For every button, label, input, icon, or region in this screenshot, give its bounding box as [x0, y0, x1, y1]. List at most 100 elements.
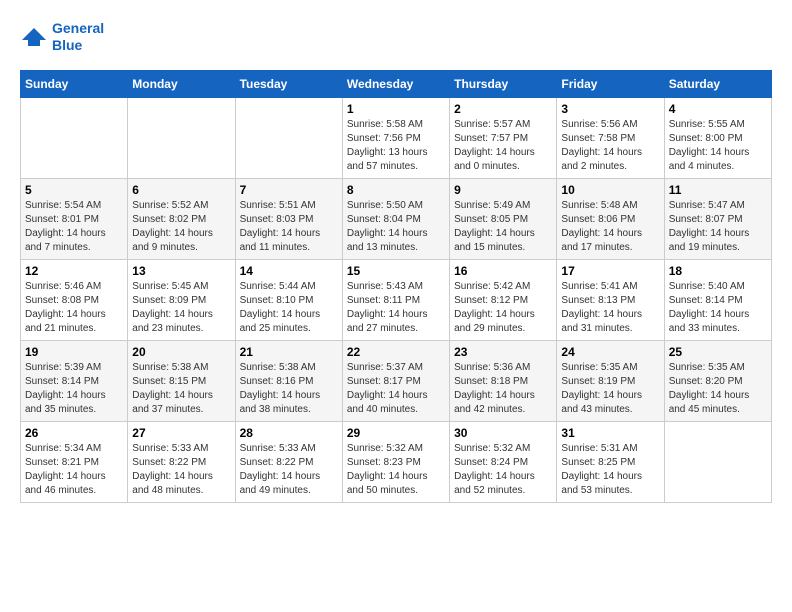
calendar-cell: 20 Sunrise: 5:38 AM Sunset: 8:15 PM Dayli… [128, 340, 235, 421]
day-info: Sunrise: 5:34 AM Sunset: 8:21 PM Dayligh… [25, 442, 123, 498]
calendar-header-thursday: Thursday [450, 70, 557, 97]
day-info: Sunrise: 5:56 AM Sunset: 7:58 PM Dayligh… [561, 118, 659, 174]
calendar-cell: 8Sunrise: 5:50 AM Sunset: 8:04 PM Daylig… [342, 178, 449, 259]
day-info: Sunrise: 5:51 AM Sunset: 8:03 PM Dayligh… [240, 199, 338, 255]
calendar-cell [21, 97, 128, 178]
day-info: Sunrise: 5:33 AM Sunset: 8:22 PM Dayligh… [132, 442, 230, 498]
day-number: 26 [25, 426, 123, 440]
day-number: 19 [25, 345, 123, 359]
calendar-header-monday: Monday [128, 70, 235, 97]
day-number: 23 [454, 345, 552, 359]
calendar-week-2: 5 Sunrise: 5:54 AM Sunset: 8:01 PM Daylig… [21, 178, 772, 259]
day-info: Sunrise: 5:41 AM Sunset: 8:13 PM Dayligh… [561, 280, 659, 336]
day-info: Sunrise: 5:35 AM Sunset: 8:20 PM Dayligh… [669, 361, 767, 417]
day-info: Sunrise: 5:43 AM Sunset: 8:11 PM Dayligh… [347, 280, 445, 336]
calendar-cell: 15 Sunrise: 5:43 AM Sunset: 8:11 PM Dayli… [342, 259, 449, 340]
calendar-cell: 7 Sunrise: 5:51 AM Sunset: 8:03 PM Daylig… [235, 178, 342, 259]
day-number: 25 [669, 345, 767, 359]
day-number: 9 [454, 183, 552, 197]
calendar-cell [235, 97, 342, 178]
calendar-cell: 21Sunrise: 5:38 AM Sunset: 8:16 PM Dayli… [235, 340, 342, 421]
logo-icon [20, 26, 48, 48]
calendar-cell: 24Sunrise: 5:35 AM Sunset: 8:19 PM Dayli… [557, 340, 664, 421]
day-number: 17 [561, 264, 659, 278]
day-number: 8 [347, 183, 445, 197]
calendar-table: SundayMondayTuesdayWednesdayThursdayFrid… [20, 70, 772, 503]
calendar-cell: 14 Sunrise: 5:44 AM Sunset: 8:10 PM Dayli… [235, 259, 342, 340]
day-number: 15 [347, 264, 445, 278]
calendar-cell: 3 Sunrise: 5:56 AM Sunset: 7:58 PM Daylig… [557, 97, 664, 178]
calendar-week-5: 26 Sunrise: 5:34 AM Sunset: 8:21 PM Dayli… [21, 421, 772, 502]
calendar-header-row: SundayMondayTuesdayWednesdayThursdayFrid… [21, 70, 772, 97]
day-info: Sunrise: 5:57 AM Sunset: 7:57 PM Dayligh… [454, 118, 552, 174]
day-number: 11 [669, 183, 767, 197]
day-info: Sunrise: 5:52 AM Sunset: 8:02 PM Dayligh… [132, 199, 230, 255]
day-info: Sunrise: 5:36 AM Sunset: 8:18 PM Dayligh… [454, 361, 552, 417]
calendar-cell: 1Sunrise: 5:58 AM Sunset: 7:56 PM Daylig… [342, 97, 449, 178]
day-info: Sunrise: 5:54 AM Sunset: 8:01 PM Dayligh… [25, 199, 123, 255]
day-info: Sunrise: 5:39 AM Sunset: 8:14 PM Dayligh… [25, 361, 123, 417]
calendar-cell: 30 Sunrise: 5:32 AM Sunset: 8:24 PM Dayli… [450, 421, 557, 502]
calendar-cell [128, 97, 235, 178]
calendar-cell: 9 Sunrise: 5:49 AM Sunset: 8:05 PM Daylig… [450, 178, 557, 259]
day-number: 28 [240, 426, 338, 440]
calendar-header-sunday: Sunday [21, 70, 128, 97]
day-info: Sunrise: 5:40 AM Sunset: 8:14 PM Dayligh… [669, 280, 767, 336]
day-info: Sunrise: 5:49 AM Sunset: 8:05 PM Dayligh… [454, 199, 552, 255]
calendar-cell: 28 Sunrise: 5:33 AM Sunset: 8:22 PM Dayli… [235, 421, 342, 502]
calendar-week-4: 19 Sunrise: 5:39 AM Sunset: 8:14 PM Dayli… [21, 340, 772, 421]
day-number: 31 [561, 426, 659, 440]
calendar-cell: 25 Sunrise: 5:35 AM Sunset: 8:20 PM Dayli… [664, 340, 771, 421]
day-number: 6 [132, 183, 230, 197]
day-info: Sunrise: 5:44 AM Sunset: 8:10 PM Dayligh… [240, 280, 338, 336]
day-info: Sunrise: 5:32 AM Sunset: 8:24 PM Dayligh… [454, 442, 552, 498]
day-info: Sunrise: 5:38 AM Sunset: 8:15 PM Dayligh… [132, 361, 230, 417]
day-number: 3 [561, 102, 659, 116]
page-header: General Blue [20, 20, 772, 54]
day-number: 18 [669, 264, 767, 278]
day-info: Sunrise: 5:47 AM Sunset: 8:07 PM Dayligh… [669, 199, 767, 255]
calendar-header-tuesday: Tuesday [235, 70, 342, 97]
day-info: Sunrise: 5:35 AM Sunset: 8:19 PM Dayligh… [561, 361, 659, 417]
calendar-header-friday: Friday [557, 70, 664, 97]
day-number: 16 [454, 264, 552, 278]
calendar-cell: 17 Sunrise: 5:41 AM Sunset: 8:13 PM Dayli… [557, 259, 664, 340]
day-number: 5 [25, 183, 123, 197]
day-number: 13 [132, 264, 230, 278]
day-number: 4 [669, 102, 767, 116]
day-number: 27 [132, 426, 230, 440]
day-info: Sunrise: 5:55 AM Sunset: 8:00 PM Dayligh… [669, 118, 767, 174]
day-number: 22 [347, 345, 445, 359]
calendar-cell: 18 Sunrise: 5:40 AM Sunset: 8:14 PM Dayli… [664, 259, 771, 340]
calendar-cell: 16 Sunrise: 5:42 AM Sunset: 8:12 PM Dayli… [450, 259, 557, 340]
calendar-cell: 6 Sunrise: 5:52 AM Sunset: 8:02 PM Daylig… [128, 178, 235, 259]
day-number: 12 [25, 264, 123, 278]
calendar-week-3: 12Sunrise: 5:46 AM Sunset: 8:08 PM Dayli… [21, 259, 772, 340]
calendar-cell: 22 Sunrise: 5:37 AM Sunset: 8:17 PM Dayli… [342, 340, 449, 421]
calendar-cell: 27 Sunrise: 5:33 AM Sunset: 8:22 PM Dayli… [128, 421, 235, 502]
calendar-cell: 26 Sunrise: 5:34 AM Sunset: 8:21 PM Dayli… [21, 421, 128, 502]
logo-text: General Blue [52, 20, 104, 54]
day-number: 29 [347, 426, 445, 440]
day-info: Sunrise: 5:37 AM Sunset: 8:17 PM Dayligh… [347, 361, 445, 417]
day-number: 7 [240, 183, 338, 197]
logo: General Blue [20, 20, 104, 54]
calendar-cell: 19 Sunrise: 5:39 AM Sunset: 8:14 PM Dayli… [21, 340, 128, 421]
day-number: 14 [240, 264, 338, 278]
day-number: 10 [561, 183, 659, 197]
calendar-cell: 11 Sunrise: 5:47 AM Sunset: 8:07 PM Dayli… [664, 178, 771, 259]
calendar-header-saturday: Saturday [664, 70, 771, 97]
day-info: Sunrise: 5:32 AM Sunset: 8:23 PM Dayligh… [347, 442, 445, 498]
calendar-header-wednesday: Wednesday [342, 70, 449, 97]
day-info: Sunrise: 5:33 AM Sunset: 8:22 PM Dayligh… [240, 442, 338, 498]
day-number: 21 [240, 345, 338, 359]
calendar-cell: 12Sunrise: 5:46 AM Sunset: 8:08 PM Dayli… [21, 259, 128, 340]
day-number: 20 [132, 345, 230, 359]
calendar-cell: 13Sunrise: 5:45 AM Sunset: 8:09 PM Dayli… [128, 259, 235, 340]
day-number: 30 [454, 426, 552, 440]
day-info: Sunrise: 5:42 AM Sunset: 8:12 PM Dayligh… [454, 280, 552, 336]
calendar-week-1: 1Sunrise: 5:58 AM Sunset: 7:56 PM Daylig… [21, 97, 772, 178]
calendar-cell: 10Sunrise: 5:48 AM Sunset: 8:06 PM Dayli… [557, 178, 664, 259]
day-number: 1 [347, 102, 445, 116]
calendar-cell: 29 Sunrise: 5:32 AM Sunset: 8:23 PM Dayli… [342, 421, 449, 502]
